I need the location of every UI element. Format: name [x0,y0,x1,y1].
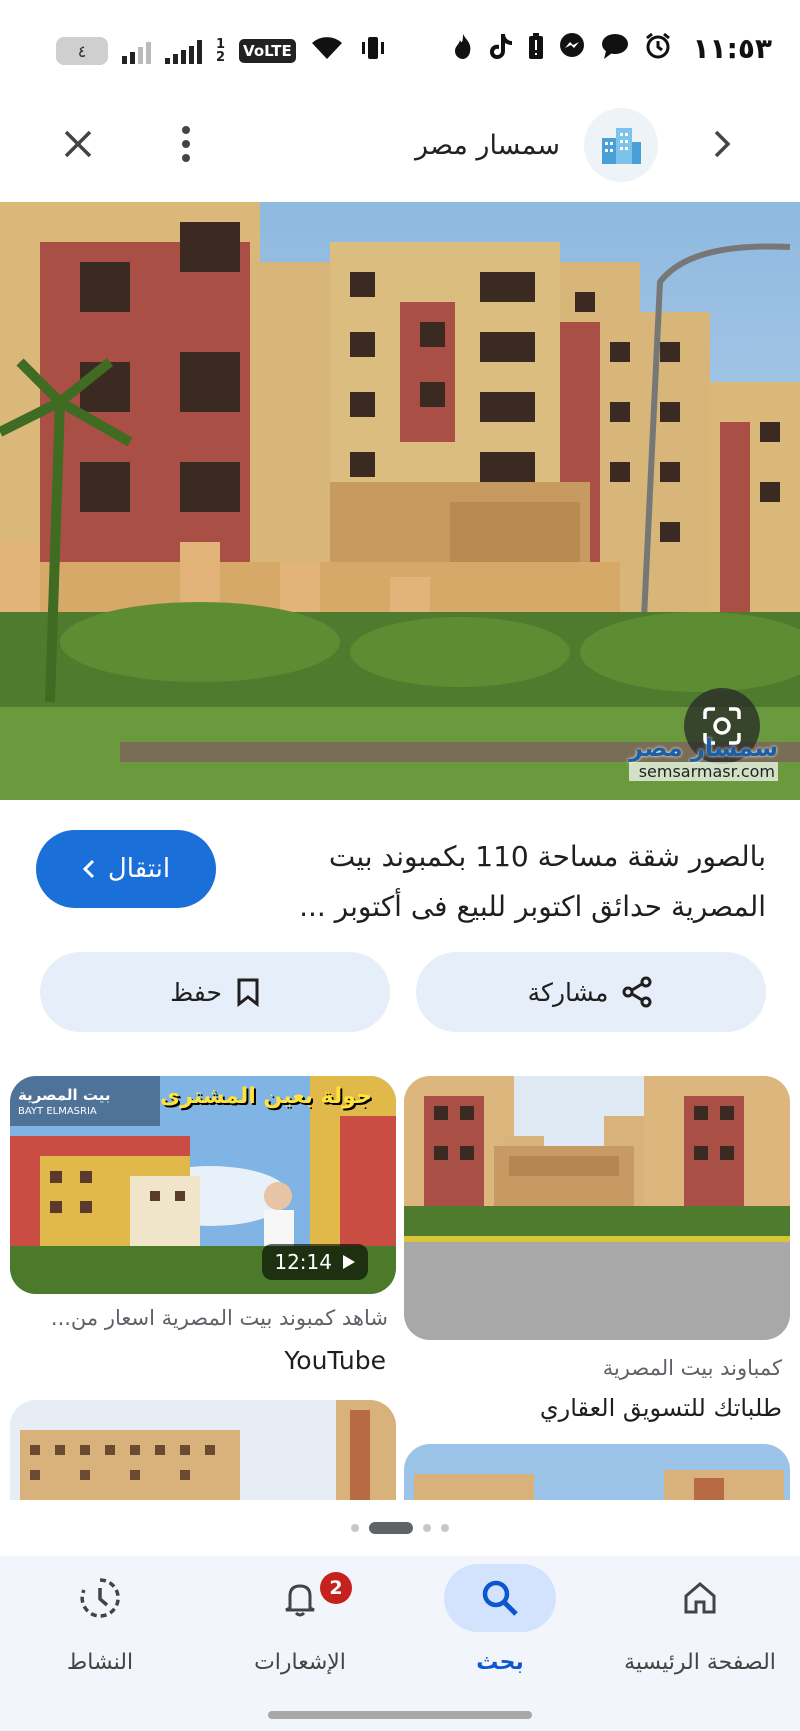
video-overlay-title: جولة بعين المشترى [160,1084,372,1109]
status-bar: ٤ 1 2 VoLTE ١١:٥٣ [0,0,800,100]
sim-indicator: 1 2 [216,37,226,65]
clock: ١١:٥٣ [692,32,772,65]
chevron-left-icon [82,859,94,879]
top-bar: سمسار مصر [0,100,800,200]
share-label: مشاركة [527,977,609,1007]
result-title[interactable]: بالصور شقة مساحة 110 بكمبوند بيت المصرية… [266,832,766,932]
play-icon [343,1255,355,1269]
bookmark-icon [237,978,259,1007]
google-lens-image-viewer: ٤ 1 2 VoLTE ١١:٥٣ سمسار مصر سمسار مصر se… [0,0,800,1731]
chat-icon [600,32,630,66]
next-result-button[interactable] [692,114,752,174]
buildings-thumbnail-image-2 [404,1444,790,1500]
battery-alert-icon [528,32,544,66]
related-video-thumbnail[interactable]: جولة بعين المشترى بيت المصرية BAYT ELMAS… [10,1076,396,1294]
buildings-thumbnail-image [10,1400,396,1500]
site-name[interactable]: سمسار مصر [415,130,560,161]
chevron-right-icon [714,130,731,158]
nav-activity-label: النشاط [66,1650,134,1675]
related-video-caption[interactable]: شاهد كمبوند بيت المصرية اسعار من... [14,1306,388,1330]
page-dot [351,1524,359,1532]
video-brand-subtext: BAYT ELMASRIA [18,1106,97,1117]
share-button[interactable]: مشاركة [416,952,766,1032]
vibrate-icon [358,34,388,68]
result-main-image[interactable]: سمسار مصر semsarmasr.com [0,202,800,800]
site-favicon[interactable] [584,108,658,182]
video-duration-badge: 12:14 [262,1244,368,1280]
status-left-icons: ٤ 1 2 VoLTE [56,34,388,68]
related-image-source: طلباتك للتسويق العقاري [539,1394,782,1422]
fire-icon [452,32,474,66]
related-image-thumbnail[interactable] [404,1076,790,1340]
page-dot [441,1524,449,1532]
bottom-navigation: الصفحة الرئيسية بحث 2 الإشعارات النشاط [0,1556,800,1731]
page-dot-active [369,1522,413,1534]
status-right-icons [452,32,672,66]
nav-home[interactable]: الصفحة الرئيسية [600,1564,800,1704]
close-icon [64,130,92,158]
visit-button[interactable]: انتقال [36,830,216,908]
activity-history-icon [44,1564,156,1632]
search-icon [444,1564,556,1632]
signal-2-icon [165,38,202,64]
related-image-caption[interactable]: كمباوند بيت المصرية [412,1356,782,1380]
related-image-thumbnail-3[interactable] [10,1400,396,1500]
close-button[interactable] [48,114,108,174]
bell-icon: 2 [244,1564,356,1632]
nav-search[interactable]: بحث [400,1564,600,1704]
page-dot [423,1524,431,1532]
video-duration: 12:14 [274,1250,332,1274]
tiktok-icon [488,32,514,66]
building-logo-icon [602,128,641,164]
nav-home-label: الصفحة الرئيسية [624,1650,776,1675]
more-options-button[interactable] [156,114,216,174]
alarm-icon [644,32,672,66]
apartment-buildings-photo [0,202,800,800]
image-watermark: سمسار مصر semsarmasr.com [629,734,778,781]
related-image-thumbnail-4[interactable] [404,1444,790,1500]
home-icon [644,1564,756,1632]
nav-notifications[interactable]: 2 الإشعارات [200,1564,400,1704]
related-video-source: YouTube [284,1346,386,1375]
notification-count-badge: 2 [320,1572,352,1604]
visit-label: انتقال [107,854,171,884]
nav-activity[interactable]: النشاط [0,1564,200,1704]
wifi-icon [310,35,344,67]
gesture-home-bar[interactable] [268,1711,532,1719]
save-label: حفظ [170,977,222,1007]
watermark-arabic: سمسار مصر [629,734,778,762]
save-button[interactable]: حفظ [40,952,390,1032]
messenger-icon [558,32,586,66]
watermark-url: semsarmasr.com [629,762,778,781]
more-vert-icon [182,126,190,162]
video-brand-text: بيت المصرية [18,1086,111,1104]
volte-badge: VoLTE [239,39,296,63]
carousel-page-indicator [0,1522,800,1534]
signal-1-icon [122,38,151,64]
battery-level: ٤ [77,41,87,61]
compound-gate-image [404,1076,790,1340]
nav-search-label: بحث [476,1650,524,1675]
battery-icon: ٤ [56,37,108,65]
share-icon [622,976,652,1008]
nav-notifications-label: الإشعارات [254,1650,346,1675]
